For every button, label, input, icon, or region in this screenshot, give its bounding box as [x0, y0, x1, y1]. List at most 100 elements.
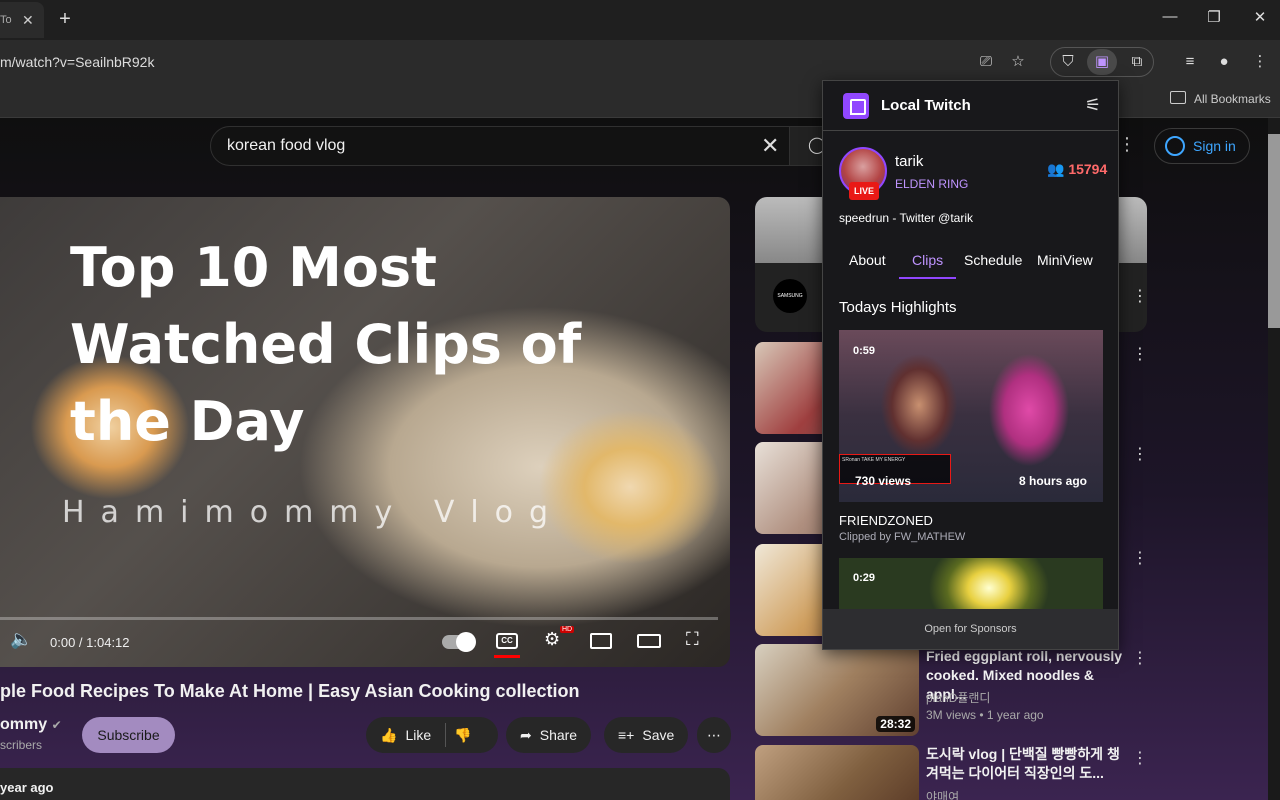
rec-more-icon[interactable]: ⋮	[1132, 444, 1148, 464]
bookmark-star-icon[interactable]: ☆	[1008, 52, 1028, 72]
rec-thumbnail-5[interactable]	[755, 745, 919, 800]
local-twitch-popup: Local Twitch ⚟ LIVE tarik ELDEN RING 👥 1…	[822, 80, 1119, 650]
browser-menu-icon[interactable]: ⋮	[1250, 52, 1270, 72]
all-bookmarks-link[interactable]: All Bookmarks	[1194, 92, 1271, 106]
twitch-logo-icon	[843, 93, 869, 119]
captions-active-indicator	[494, 655, 520, 658]
address-bar[interactable]: m/watch?v=SeailnbR92k	[0, 54, 154, 70]
rec-more-icon[interactable]: ⋮	[1132, 748, 1148, 768]
search-input[interactable]: korean food vlog	[227, 137, 345, 155]
save-button[interactable]: ≡+ Save	[604, 717, 689, 753]
description-snippet: year ago	[0, 780, 54, 795]
dislike-icon[interactable]: 👎	[454, 727, 471, 744]
rec-more-icon[interactable]: ⋮	[1132, 548, 1148, 568]
like-dislike-group: 👍 Like 👎	[366, 717, 498, 753]
browser-tab-bar: To ✕ + — ❐ ✕	[0, 0, 1280, 40]
ad-brand-logo: SAMSUNG	[773, 279, 807, 313]
captions-icon[interactable]: CC	[496, 633, 518, 649]
rec-duration: 28:32	[876, 716, 915, 732]
live-badge: LIVE	[849, 182, 879, 200]
like-button[interactable]: Like	[405, 727, 431, 743]
fullscreen-icon[interactable]: ⛶	[686, 629, 699, 650]
account-icon	[1165, 136, 1185, 156]
popup-header: Local Twitch ⚟	[823, 81, 1118, 131]
share-button[interactable]: ➦ Share	[506, 717, 592, 753]
share-label: Share	[539, 727, 578, 743]
viewer-count: 👥 15794	[1047, 161, 1107, 178]
theater-mode-icon[interactable]	[637, 634, 661, 648]
restore-icon[interactable]: ❐	[1202, 8, 1226, 26]
like-icon[interactable]: 👍	[380, 727, 397, 744]
tab-miniview[interactable]: MiniView	[1037, 252, 1093, 268]
video-watermark: Hamimommy Vlog	[62, 495, 565, 530]
video-overlay-title: Top 10 Most Watched Clips of the Day	[70, 236, 582, 453]
watch-video-title: ple Food Recipes To Make At Home | Easy …	[0, 681, 580, 701]
profile-icon[interactable]: ●	[1214, 52, 1234, 72]
time-display: 0:00 / 1:04:12	[50, 635, 130, 650]
settings-sliders-icon[interactable]: ⚟	[1085, 95, 1101, 116]
viewers-icon: 👥	[1047, 161, 1065, 177]
channel-name-text: ommy	[0, 716, 48, 733]
description-box[interactable]: year ago	[0, 768, 730, 800]
settings-gear-icon[interactable]: ⚙	[544, 629, 560, 650]
clip-duration: 0:59	[853, 345, 876, 357]
rec-more-icon[interactable]: ⋮	[1132, 648, 1148, 668]
reading-list-icon[interactable]: ≡	[1180, 52, 1200, 72]
rec-channel[interactable]: planD플랜디	[926, 689, 990, 706]
folder-icon	[1170, 91, 1186, 104]
tab-clips[interactable]: Clips	[912, 252, 943, 268]
tab-close-icon[interactable]: ✕	[22, 12, 34, 29]
rec-channel[interactable]: 야매여	[926, 788, 959, 800]
tab-title: To	[0, 14, 12, 26]
progress-bar[interactable]	[0, 617, 718, 620]
streamer-name[interactable]: tarik	[895, 153, 923, 170]
subscriber-count: scribers	[0, 738, 43, 752]
channel-name[interactable]: ommy ✔	[0, 716, 62, 734]
rec-more-icon[interactable]: ⋮	[1132, 344, 1148, 364]
section-title: Todays Highlights	[839, 299, 957, 316]
clip-age: 8 hours ago	[1018, 474, 1087, 488]
more-actions-button[interactable]: ⋯	[697, 717, 731, 753]
verified-icon: ✔	[51, 718, 62, 732]
clip-thumbnail[interactable]: 0:59 SRonan TAKE MY ENERGY 730 views 8 h…	[839, 330, 1103, 502]
save-playlist-icon: ≡+	[618, 727, 635, 743]
share-icon: ➦	[520, 726, 532, 743]
streamer-game[interactable]: ELDEN RING	[895, 177, 968, 191]
tab-schedule[interactable]: Schedule	[964, 252, 1022, 268]
more-options-icon[interactable]: ⋮	[1118, 134, 1136, 155]
sponsors-banner[interactable]: Open for Sponsors	[823, 609, 1118, 649]
browser-tab[interactable]: To ✕	[0, 2, 44, 38]
ad-more-icon[interactable]: ⋮	[1132, 286, 1148, 306]
new-tab-icon[interactable]: +	[54, 8, 76, 30]
close-window-icon[interactable]: ✕	[1248, 8, 1272, 26]
clip-duration: 0:29	[853, 572, 876, 584]
clip-title[interactable]: FRIENDZONED	[839, 513, 933, 528]
video-player[interactable]: Top 10 Most Watched Clips of the Day Ham…	[0, 197, 730, 667]
install-app-icon[interactable]: ⎚	[976, 52, 996, 72]
shield-icon[interactable]: ⛉	[1058, 52, 1078, 72]
miniplayer-icon[interactable]	[590, 633, 612, 649]
clip-author: Clipped by FW_MATHEW	[839, 531, 966, 543]
hd-badge: HD	[560, 626, 575, 633]
search-box[interactable]: korean food vlog ✕	[210, 126, 790, 166]
more-horizontal-icon: ⋯	[707, 726, 721, 743]
minimize-icon[interactable]: —	[1158, 8, 1182, 25]
clip-thumbnail[interactable]: 0:29	[839, 558, 1103, 609]
volume-icon[interactable]: 🔈	[10, 629, 32, 650]
scrollbar-thumb[interactable]	[1268, 134, 1280, 328]
sign-in-label: Sign in	[1193, 138, 1236, 154]
stream-description: speedrun - Twitter @tarik	[839, 211, 974, 225]
popup-title: Local Twitch	[881, 97, 971, 114]
divider	[445, 723, 447, 747]
tab-about[interactable]: About	[849, 252, 886, 268]
autoplay-toggle[interactable]	[442, 632, 476, 652]
active-tab-indicator	[899, 277, 956, 279]
rec-thumbnail-4[interactable]: 28:32	[755, 644, 919, 736]
puzzle-icon[interactable]: ⧉	[1127, 52, 1147, 72]
clear-search-icon[interactable]: ✕	[761, 133, 779, 159]
subscribe-button[interactable]: Subscribe	[82, 717, 175, 753]
sign-in-button[interactable]: Sign in	[1154, 128, 1250, 164]
twitch-extension-icon[interactable]: ▣	[1092, 52, 1112, 72]
rec-title[interactable]: 도시락 vlog | 단백질 빵빵하게 챙겨먹는 다이어터 직장인의 도...	[926, 745, 1126, 783]
viewer-count-value: 15794	[1068, 161, 1108, 177]
